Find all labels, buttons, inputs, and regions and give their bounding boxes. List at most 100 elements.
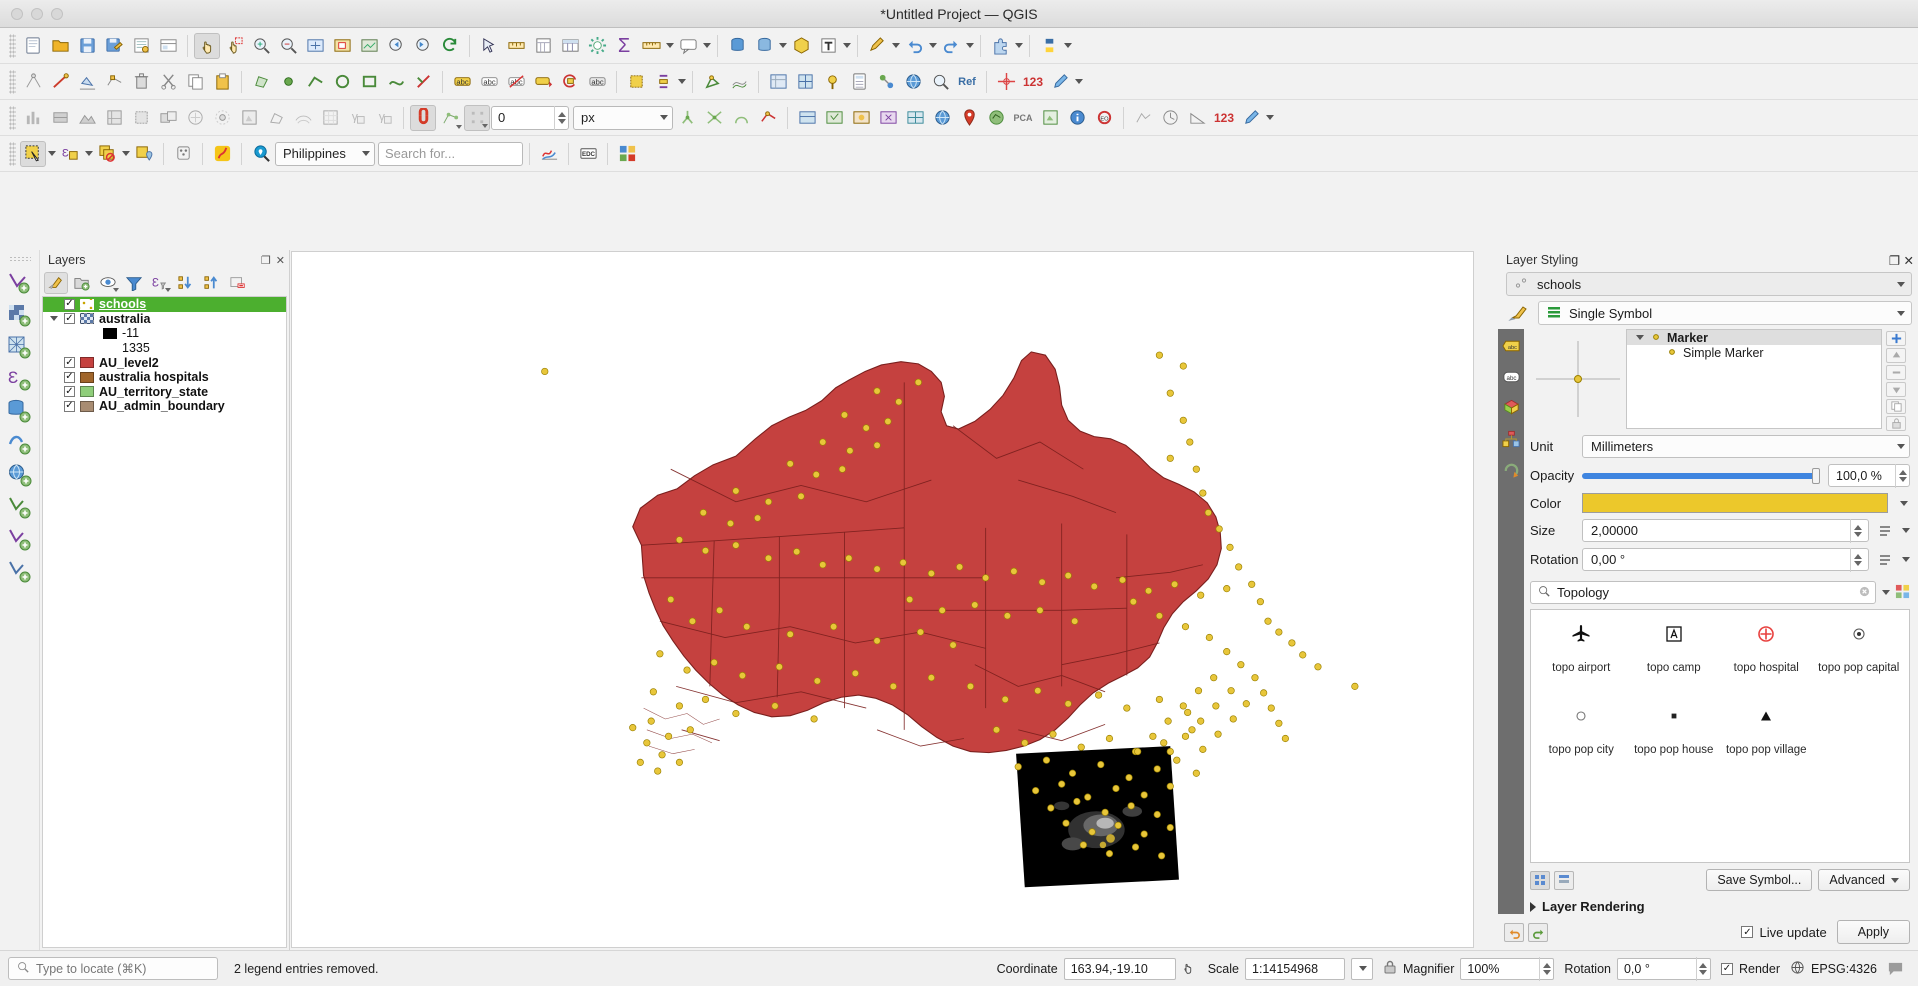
map-themes-caret[interactable]	[113, 288, 119, 292]
layer-visibility-checkbox[interactable]	[64, 386, 75, 398]
color-picker-icon[interactable]	[1238, 105, 1264, 131]
symbol-search-input[interactable]: Topology	[1530, 581, 1876, 604]
layer-tree-row[interactable]: AU_territory_state	[43, 385, 286, 400]
raster-calculator-icon[interactable]	[846, 69, 872, 95]
select-by-location-icon[interactable]	[131, 141, 157, 167]
raster-terrain-icon[interactable]	[74, 105, 100, 131]
color-dropdown-caret[interactable]	[1896, 500, 1910, 506]
maximize-window-button[interactable]	[51, 8, 63, 20]
symbol-gallery-item[interactable]: topo pop city	[1535, 704, 1628, 786]
pan-to-selection-icon[interactable]	[221, 33, 247, 59]
reshape-features-icon[interactable]	[383, 69, 409, 95]
raster-align-icon[interactable]	[47, 105, 73, 131]
country-filter-combo[interactable]: Philippines	[275, 141, 375, 166]
magnifier-spinner[interactable]	[1539, 956, 1553, 981]
layer-tree-row[interactable]: AU_level2	[43, 355, 286, 370]
move-feature-icon[interactable]	[74, 69, 100, 95]
rasterize-icon[interactable]	[317, 105, 343, 131]
map-tips-dropdown-caret[interactable]	[703, 43, 711, 48]
new-print-layout-icon[interactable]	[128, 33, 154, 59]
measure-icon[interactable]	[638, 33, 664, 59]
snapping-mode-icon[interactable]	[437, 105, 463, 131]
qgis2web-icon[interactable]	[614, 141, 640, 167]
live-update-checkbox[interactable]: ✓	[1741, 926, 1754, 938]
size-input[interactable]: 2,00000	[1582, 518, 1869, 543]
web-swiss-icon[interactable]	[1037, 105, 1063, 131]
toolbar-grip[interactable]	[9, 33, 16, 58]
add-rectangle-icon[interactable]	[356, 69, 382, 95]
toolbar-grip[interactable]	[9, 141, 16, 166]
layers-panel-float-button[interactable]: ❐	[261, 254, 271, 267]
snapping-tolerance-input[interactable]: 0	[491, 105, 569, 130]
plugins-manager-icon[interactable]	[987, 33, 1013, 59]
advanced-button[interactable]: Advanced	[1818, 869, 1910, 891]
measure-dropdown-caret[interactable]	[666, 43, 674, 48]
tab-history-icon[interactable]	[1501, 461, 1521, 479]
gps-tools-icon[interactable]	[819, 69, 845, 95]
raster-sieve-icon[interactable]	[182, 105, 208, 131]
snapping-topological-icon[interactable]	[674, 105, 700, 131]
add-point-icon[interactable]	[275, 69, 301, 95]
statistical-summary-icon[interactable]	[530, 33, 556, 59]
web-vector-tiles-icon[interactable]	[902, 105, 928, 131]
web-wfs-icon[interactable]	[821, 105, 847, 131]
info-icon[interactable]	[1064, 105, 1090, 131]
symbol-layer-tree[interactable]: Marker Simple Marker	[1626, 329, 1882, 429]
layout-manager-icon[interactable]	[155, 33, 181, 59]
select-features-caret[interactable]	[48, 151, 56, 156]
minimize-window-button[interactable]	[31, 8, 43, 20]
vertex-tool-icon[interactable]	[101, 69, 127, 95]
zoom-to-selection-icon[interactable]	[329, 33, 355, 59]
add-postgis-layer-icon[interactable]	[4, 396, 36, 426]
quick-osm-icon[interactable]	[209, 141, 235, 167]
rotation-data-defined-override-icon[interactable]	[1877, 550, 1893, 570]
raster-proximity-icon[interactable]	[209, 105, 235, 131]
vtoolbar-grip[interactable]	[8, 256, 31, 263]
lock-scale-icon[interactable]	[1383, 959, 1397, 978]
scale-value[interactable]: 1:14154968	[1245, 957, 1345, 980]
crayfish-icon[interactable]	[170, 141, 196, 167]
redo-icon[interactable]	[938, 33, 964, 59]
select-by-value-caret[interactable]	[85, 151, 93, 156]
new-geopackage-icon[interactable]	[788, 33, 814, 59]
layer-tree-row[interactable]: AU_admin_boundary	[43, 399, 286, 414]
zoom-last-icon[interactable]	[383, 33, 409, 59]
expand-all-icon[interactable]	[174, 272, 198, 294]
topology-checker-icon[interactable]	[873, 69, 899, 95]
map-canvas[interactable]	[291, 251, 1474, 948]
measure-angle-icon[interactable]	[1184, 105, 1210, 131]
snapping-type-icon[interactable]	[464, 104, 490, 131]
layer-tree-row[interactable]: australia hospitals	[43, 370, 286, 385]
python-dropdown-caret[interactable]	[1064, 43, 1072, 48]
save-project-as-icon[interactable]	[101, 33, 127, 59]
layer-tree-row[interactable]: 1335	[43, 341, 286, 356]
metasearch-icon[interactable]	[927, 69, 953, 95]
style-manager-icon[interactable]	[1895, 584, 1910, 602]
web-wcs-icon[interactable]	[848, 105, 874, 131]
offset-curve-icon[interactable]	[726, 69, 752, 95]
render-checkbox[interactable]: ✓	[1720, 962, 1733, 975]
snapping-magnet-icon[interactable]	[410, 104, 436, 131]
symbol-filter-caret[interactable]	[1882, 590, 1890, 595]
add-circle-icon[interactable]	[329, 69, 355, 95]
layers-panel-close-button[interactable]: ✕	[276, 254, 285, 267]
contour-icon[interactable]	[290, 105, 316, 131]
save-project-icon[interactable]	[74, 33, 100, 59]
magnifier-value[interactable]: 100%	[1460, 956, 1555, 981]
snapping-tolerance-spinner[interactable]	[554, 105, 568, 130]
toggle-extents-icon[interactable]	[1182, 959, 1198, 978]
unit-caret[interactable]	[1897, 444, 1905, 449]
add-wms-layer-icon[interactable]	[4, 460, 36, 490]
add-vertex-icon[interactable]	[20, 69, 46, 95]
data-source-dropdown-caret[interactable]	[779, 43, 787, 48]
split-features-icon[interactable]	[410, 69, 436, 95]
add-line-icon[interactable]	[302, 69, 328, 95]
symbol-gallery-item[interactable]: topo pop village	[1720, 704, 1813, 786]
crs-display[interactable]: EPSG:4326	[1790, 960, 1877, 978]
render-toggle[interactable]: ✓ Render	[1720, 962, 1780, 976]
select-by-value-icon[interactable]: Ɛ	[57, 141, 83, 167]
styling-layer-selector[interactable]: schools	[1506, 272, 1912, 296]
size-unit-caret[interactable]	[1902, 528, 1910, 533]
paste-features-icon[interactable]	[209, 69, 235, 95]
undo-icon[interactable]	[901, 33, 927, 59]
